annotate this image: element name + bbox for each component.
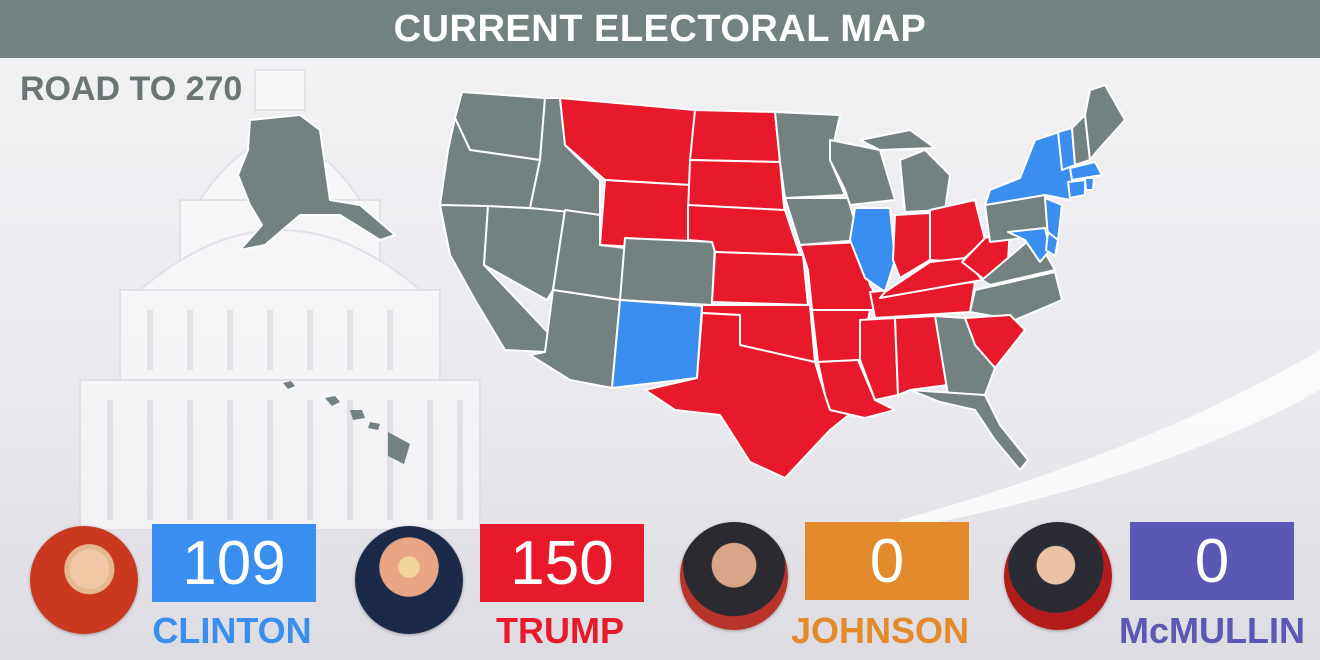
candidate-mcmullin: 0 McMULLIN [990, 516, 1320, 656]
candidate-trump: 150 TRUMP [330, 516, 660, 656]
mcmullin-vote-count: 0 [1130, 522, 1294, 600]
state-ak[interactable] [237, 114, 396, 251]
clinton-vote-count: 109 [152, 524, 316, 602]
state-fl[interactable] [909, 389, 1029, 471]
state-nd[interactable] [689, 109, 781, 163]
state-mi[interactable] [899, 149, 951, 213]
state-me[interactable] [1084, 84, 1126, 161]
state-ct[interactable] [1067, 179, 1086, 199]
johnson-name: JOHNSON [790, 610, 970, 651]
clinton-photo-icon [30, 526, 138, 634]
trump-photo-icon [355, 526, 463, 634]
mcmullin-name: McMULLIN [1119, 610, 1305, 651]
state-hi[interactable] [283, 381, 410, 464]
candidate-clinton: 109 CLINTON [0, 516, 330, 656]
trump-name: TRUMP [496, 610, 624, 651]
clinton-name: CLINTON [152, 610, 312, 651]
state-co[interactable] [619, 237, 716, 306]
candidate-johnson: 0 JOHNSON [660, 516, 990, 656]
johnson-vote-count: 0 [805, 522, 969, 600]
state-ks[interactable] [711, 251, 809, 306]
state-mi-up[interactable] [859, 129, 936, 151]
state-ia[interactable] [784, 197, 861, 246]
mcmullin-photo-icon [1004, 522, 1112, 630]
state-ri[interactable] [1084, 177, 1095, 191]
johnson-photo-icon [680, 522, 788, 630]
trump-vote-count: 150 [480, 524, 644, 602]
state-nm[interactable] [611, 299, 703, 389]
